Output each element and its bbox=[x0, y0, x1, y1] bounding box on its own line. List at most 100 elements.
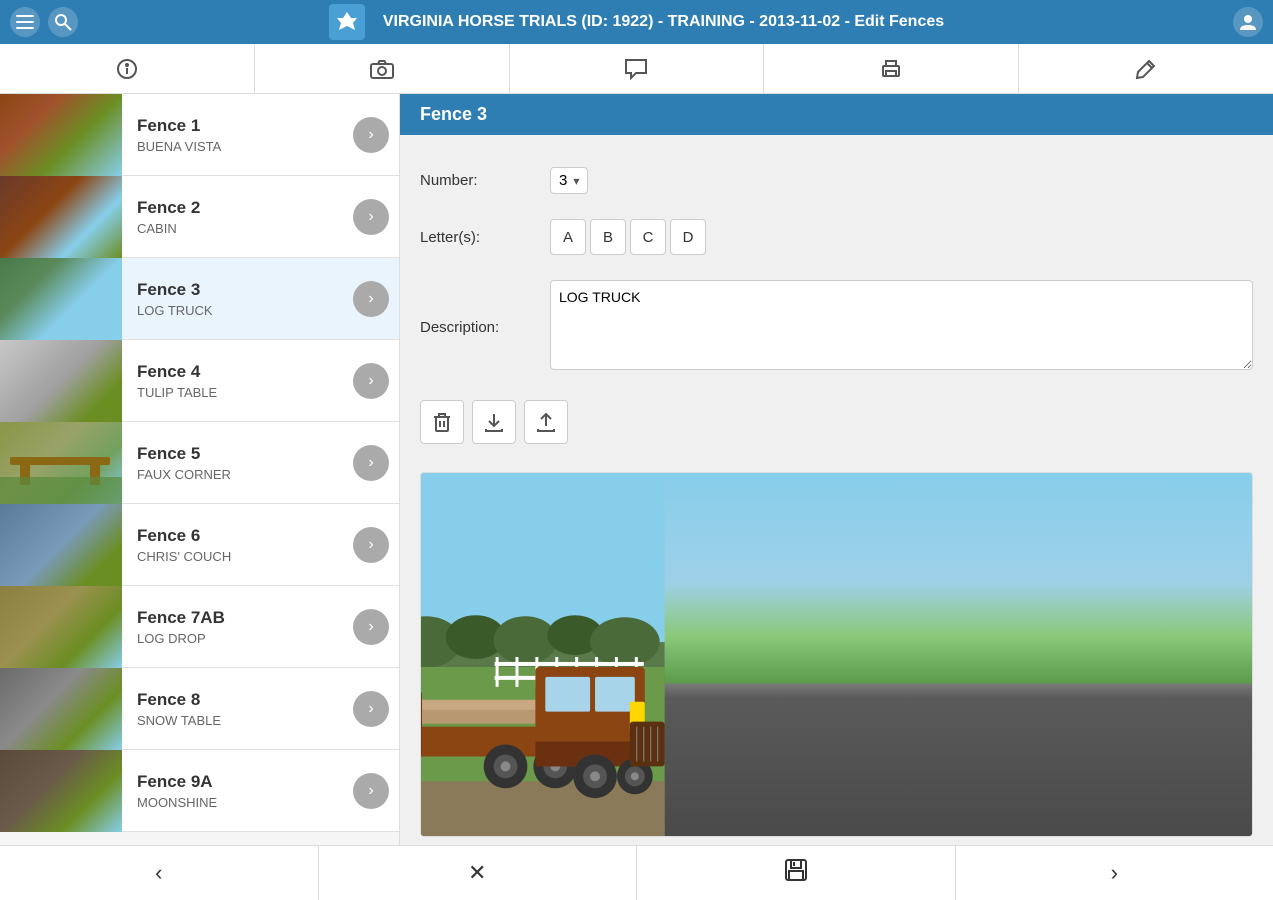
letters-value: A B C D bbox=[550, 219, 1253, 255]
fence-image bbox=[420, 472, 1253, 837]
fence-arrow-2: › bbox=[353, 199, 389, 235]
description-value: LOG TRUCK bbox=[550, 280, 1253, 375]
download-button[interactable] bbox=[472, 400, 516, 444]
fence-photo bbox=[421, 473, 1252, 836]
fence-desc-7: LOG DROP bbox=[137, 631, 338, 646]
fence-item-1[interactable]: Fence 1 BUENA VISTA › bbox=[0, 94, 399, 176]
tab-comments[interactable] bbox=[510, 44, 765, 93]
fence-arrow-7: › bbox=[353, 609, 389, 645]
fence-item-3[interactable]: Fence 3 LOG TRUCK › bbox=[0, 258, 399, 340]
header-right-icons bbox=[1233, 7, 1263, 37]
fence-arrow-5: › bbox=[353, 445, 389, 481]
description-label: Description: bbox=[420, 319, 550, 336]
letter-btn-c[interactable]: C bbox=[630, 219, 666, 255]
letter-buttons: A B C D bbox=[550, 219, 1253, 255]
description-input[interactable]: LOG TRUCK bbox=[550, 280, 1253, 370]
fence-info-8: Fence 8 SNOW TABLE bbox=[122, 680, 353, 738]
letter-btn-d[interactable]: D bbox=[670, 219, 706, 255]
menu-icon[interactable] bbox=[10, 7, 40, 37]
fence-info-5: Fence 5 FAUX CORNER bbox=[122, 434, 353, 492]
cancel-icon: ✕ bbox=[468, 860, 486, 886]
fence-thumb-5 bbox=[0, 422, 122, 504]
number-select[interactable]: 3 ▾ bbox=[550, 167, 588, 194]
fence-info-4: Fence 4 TULIP TABLE bbox=[122, 352, 353, 410]
fence-info-2: Fence 2 CABIN bbox=[122, 188, 353, 246]
fence-arrow-3: › bbox=[353, 281, 389, 317]
letters-label: Letter(s): bbox=[420, 229, 550, 246]
number-row: Number: 3 ▾ bbox=[420, 155, 1253, 207]
save-button[interactable] bbox=[637, 846, 956, 900]
app-header: VIRGINIA HORSE TRIALS (ID: 1922) - TRAIN… bbox=[0, 0, 1273, 44]
fence-name-3: Fence 3 bbox=[137, 280, 338, 300]
letter-btn-b[interactable]: B bbox=[590, 219, 626, 255]
fence-arrow-4: › bbox=[353, 363, 389, 399]
page-title: VIRGINIA HORSE TRIALS (ID: 1922) - TRAIN… bbox=[383, 13, 944, 31]
fence-desc-9: MOONSHINE bbox=[137, 795, 338, 810]
fence-list: Fence 1 BUENA VISTA › Fence 2 CABIN › Fe… bbox=[0, 94, 400, 845]
fence-thumb-7 bbox=[0, 586, 122, 668]
letters-row: Letter(s): A B C D bbox=[420, 207, 1253, 268]
tab-camera[interactable] bbox=[255, 44, 510, 93]
upload-button[interactable] bbox=[524, 400, 568, 444]
fence-desc-4: TULIP TABLE bbox=[137, 385, 338, 400]
fence-name-1: Fence 1 bbox=[137, 116, 338, 136]
tab-bar bbox=[0, 44, 1273, 94]
fence-desc-6: CHRIS' COUCH bbox=[137, 549, 338, 564]
fence-desc-1: BUENA VISTA bbox=[137, 139, 338, 154]
fence-item-6[interactable]: Fence 6 CHRIS' COUCH › bbox=[0, 504, 399, 586]
detail-title: Fence 3 bbox=[420, 104, 487, 124]
detail-body: Number: 3 ▾ Letter(s): A B C D bbox=[400, 135, 1273, 845]
fence-arrow-9: › bbox=[353, 773, 389, 809]
fence-desc-3: LOG TRUCK bbox=[137, 303, 338, 318]
main-layout: Fence 1 BUENA VISTA › Fence 2 CABIN › Fe… bbox=[0, 94, 1273, 845]
bottom-bar: ‹ ✕ › bbox=[0, 845, 1273, 900]
fence-name-4: Fence 4 bbox=[137, 362, 338, 382]
fence-info-3: Fence 3 LOG TRUCK bbox=[122, 270, 353, 328]
number-label: Number: bbox=[420, 172, 550, 189]
fence-thumb-1 bbox=[0, 94, 122, 176]
fence-info-1: Fence 1 BUENA VISTA bbox=[122, 106, 353, 164]
chevron-down-icon: ▾ bbox=[573, 174, 579, 188]
search-icon[interactable] bbox=[48, 7, 78, 37]
fence-name-7: Fence 7AB bbox=[137, 608, 338, 628]
save-icon bbox=[784, 858, 808, 888]
header-left-icons bbox=[10, 7, 78, 37]
fence-thumb-3 bbox=[0, 258, 122, 340]
action-buttons bbox=[420, 388, 1253, 457]
fence-item-8[interactable]: Fence 8 SNOW TABLE › bbox=[0, 668, 399, 750]
delete-button[interactable] bbox=[420, 400, 464, 444]
description-row: Description: LOG TRUCK bbox=[420, 268, 1253, 388]
fence-thumb-6 bbox=[0, 504, 122, 586]
letter-btn-a[interactable]: A bbox=[550, 219, 586, 255]
fence-item-5[interactable]: Fence 5 FAUX CORNER › bbox=[0, 422, 399, 504]
tab-edit[interactable] bbox=[1019, 44, 1273, 93]
fence-thumb-9 bbox=[0, 750, 122, 832]
fence-desc-8: SNOW TABLE bbox=[137, 713, 338, 728]
fence-item-2[interactable]: Fence 2 CABIN › bbox=[0, 176, 399, 258]
prev-button[interactable]: ‹ bbox=[0, 846, 319, 900]
fence-info-6: Fence 6 CHRIS' COUCH bbox=[122, 516, 353, 574]
fence-thumb-2 bbox=[0, 176, 122, 258]
detail-header: Fence 3 bbox=[400, 94, 1273, 135]
user-icon[interactable] bbox=[1233, 7, 1263, 37]
cancel-button[interactable]: ✕ bbox=[319, 846, 638, 900]
fence-info-9: Fence 9A MOONSHINE bbox=[122, 762, 353, 820]
fence-arrow-1: › bbox=[353, 117, 389, 153]
tab-print[interactable] bbox=[764, 44, 1019, 93]
detail-panel: Fence 3 Number: 3 ▾ Letter(s): A bbox=[400, 94, 1273, 845]
fence-item-7[interactable]: Fence 7AB LOG DROP › bbox=[0, 586, 399, 668]
next-button[interactable]: › bbox=[956, 846, 1273, 900]
next-icon: › bbox=[1111, 860, 1118, 886]
fence-desc-5: FAUX CORNER bbox=[137, 467, 338, 482]
prev-icon: ‹ bbox=[155, 860, 162, 886]
tab-info[interactable] bbox=[0, 44, 255, 93]
fence-item-4[interactable]: Fence 4 TULIP TABLE › bbox=[0, 340, 399, 422]
fence-name-5: Fence 5 bbox=[137, 444, 338, 464]
fence-item-9[interactable]: Fence 9A MOONSHINE › bbox=[0, 750, 399, 832]
fence-thumb-4 bbox=[0, 340, 122, 422]
number-display: 3 bbox=[559, 172, 567, 189]
fence-arrow-8: › bbox=[353, 691, 389, 727]
fence-name-9: Fence 9A bbox=[137, 772, 338, 792]
number-value: 3 ▾ bbox=[550, 167, 1253, 194]
app-logo bbox=[329, 4, 365, 40]
